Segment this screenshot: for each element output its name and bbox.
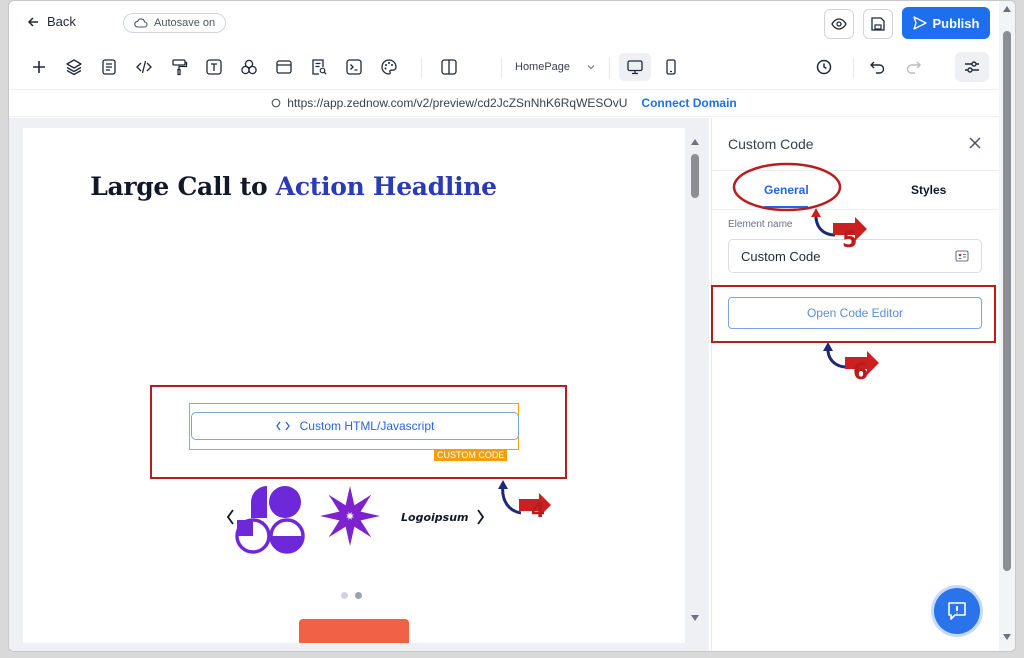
annotation-step-6: 6	[853, 360, 869, 385]
scroll-up-icon[interactable]	[690, 138, 700, 146]
top-bar: Back Autosave on Publish	[9, 1, 999, 45]
annotation-arrow-5	[811, 208, 867, 241]
url-bar: https://app.zednow.com/v2/preview/cd2JcZ…	[9, 89, 999, 117]
scroll-down-icon[interactable]	[1002, 633, 1012, 641]
cta-headline[interactable]: Large Call to Action Headline	[23, 172, 564, 201]
styles-button[interactable]	[167, 55, 191, 79]
toolbar-divider	[421, 57, 422, 79]
redo-icon	[906, 61, 921, 74]
purple-star-logo	[320, 486, 380, 546]
logoipsum-logo: Logoipsum	[401, 511, 468, 524]
purple-blob-logo	[235, 486, 305, 554]
panel-title: Custom Code	[728, 136, 814, 152]
support-chat-button[interactable]	[934, 588, 980, 634]
id-card-icon	[955, 250, 969, 262]
form-search-icon	[312, 59, 327, 75]
page-select-value: HomePage	[515, 61, 571, 73]
main-scrollbar[interactable]	[999, 1, 1015, 651]
annotation-step-5: 5	[842, 228, 858, 253]
carousel-dot-active[interactable]	[355, 592, 362, 599]
desktop-icon	[627, 59, 643, 74]
annotation-highlight-open-editor	[711, 285, 996, 343]
text-icon	[206, 59, 222, 75]
save-button[interactable]	[863, 9, 893, 39]
connect-domain-link[interactable]: Connect Domain	[641, 96, 736, 110]
editor-window: Back Autosave on Publish HomePage https:…	[8, 0, 1016, 652]
scroll-down-icon[interactable]	[690, 614, 700, 622]
main-scroll-thumb[interactable]	[1003, 31, 1011, 571]
section-button[interactable]	[272, 55, 296, 79]
annotation-ellipse-general-tab	[732, 162, 842, 212]
chevron-down-icon	[587, 65, 595, 70]
layers-button[interactable]	[62, 55, 86, 79]
annotation-step-4: 4	[531, 498, 545, 522]
toolbar-divider	[609, 57, 610, 79]
cta-button[interactable]	[299, 619, 409, 643]
headline-accent-text: Action Headline	[275, 172, 497, 201]
undo-button[interactable]	[866, 55, 890, 79]
logo-carousel[interactable]: Logoipsum	[223, 486, 493, 556]
cloud-icon	[134, 18, 148, 28]
layers-icon	[66, 59, 82, 76]
tab-styles[interactable]: Styles	[911, 183, 946, 197]
autosave-label: Autosave on	[154, 17, 216, 29]
undo-icon	[870, 61, 885, 74]
save-icon	[871, 17, 885, 31]
text-button[interactable]	[202, 55, 226, 79]
section-icon	[276, 60, 292, 74]
history-button[interactable]	[812, 55, 836, 79]
paint-roller-icon	[172, 59, 188, 76]
code-icon	[136, 60, 152, 74]
shapes-icon	[241, 59, 257, 75]
settings-toggle-button[interactable]	[955, 52, 989, 82]
sliders-icon	[965, 61, 979, 73]
columns-icon	[441, 59, 457, 75]
annotation-highlight-custom-code	[150, 385, 567, 479]
publish-label: Publish	[932, 15, 980, 31]
preview-url-link[interactable]: https://app.zednow.com/v2/preview/cd2JcZ…	[287, 96, 627, 110]
page-select[interactable]: HomePage	[501, 55, 603, 79]
canvas-scroll-thumb[interactable]	[691, 154, 699, 198]
toolbar: HomePage	[9, 49, 999, 85]
clock-icon	[816, 59, 832, 75]
add-element-button[interactable]	[27, 55, 51, 79]
terminal-button[interactable]	[342, 55, 366, 79]
element-name-label: Element name	[728, 219, 793, 230]
pages-button[interactable]	[97, 55, 121, 79]
split-view-button[interactable]	[437, 55, 461, 79]
carousel-dots	[341, 592, 362, 599]
mobile-view-button[interactable]	[659, 55, 683, 79]
canvas-scrollbar[interactable]	[687, 128, 703, 643]
shapes-button[interactable]	[237, 55, 261, 79]
mobile-icon	[666, 59, 676, 75]
close-icon[interactable]	[966, 134, 984, 152]
back-label: Back	[47, 14, 76, 29]
scroll-up-icon[interactable]	[1002, 5, 1012, 13]
palette-icon	[381, 59, 397, 75]
back-button[interactable]: Back	[27, 14, 76, 29]
desktop-view-button[interactable]	[619, 53, 651, 81]
terminal-icon	[346, 59, 362, 75]
chat-alert-icon	[948, 602, 966, 620]
arrow-left-icon	[27, 16, 38, 27]
toolbar-divider	[853, 57, 854, 79]
carousel-next-icon	[477, 509, 485, 525]
form-button[interactable]	[307, 55, 331, 79]
annotation-arrow-4	[498, 480, 551, 517]
headline-main-text: Large Call to	[90, 172, 276, 201]
plus-icon	[33, 61, 45, 73]
send-icon	[912, 16, 927, 30]
code-button[interactable]	[132, 55, 156, 79]
autosave-badge[interactable]: Autosave on	[123, 13, 227, 33]
carousel-prev-icon	[226, 509, 234, 525]
status-circle-icon	[271, 98, 281, 108]
carousel-dot[interactable]	[341, 592, 348, 599]
publish-button[interactable]: Publish	[902, 7, 990, 39]
redo-button[interactable]	[901, 55, 925, 79]
eye-icon	[831, 18, 847, 30]
document-icon	[102, 59, 116, 75]
preview-button[interactable]	[824, 9, 854, 39]
annotation-arrow-6	[823, 342, 879, 375]
theme-button[interactable]	[377, 55, 401, 79]
